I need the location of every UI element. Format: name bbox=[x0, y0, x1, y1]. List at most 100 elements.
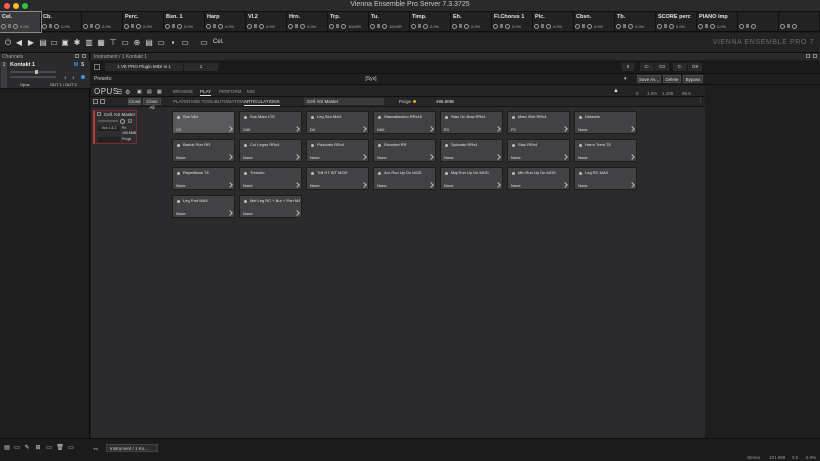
articulation-tile[interactable]: Maj Run Up Dn MOD None bbox=[440, 167, 503, 190]
midi-select[interactable] bbox=[98, 137, 120, 142]
lock-icon[interactable] bbox=[90, 24, 93, 28]
articulation-tile[interactable]: Sus Marc LTE C#0 bbox=[239, 111, 302, 134]
power-icon[interactable] bbox=[657, 23, 662, 29]
edit-icon[interactable] bbox=[227, 210, 233, 216]
mixer-strip[interactable]: Perc. 0.0% bbox=[123, 12, 164, 32]
edit-icon[interactable] bbox=[495, 182, 501, 188]
detach-icon[interactable] bbox=[806, 54, 810, 58]
edit-icon[interactable] bbox=[495, 154, 501, 160]
edit-icon[interactable] bbox=[294, 154, 300, 160]
view-icon[interactable]: ▣ bbox=[137, 89, 142, 95]
articulation-tile[interactable]: Mel Leg RC + Bur + Port MAX None bbox=[239, 195, 302, 218]
mixer-strip-name[interactable]: Eh. bbox=[453, 14, 490, 20]
mixer-strip[interactable]: Timp. 0.0% bbox=[410, 12, 451, 32]
instrument-purge[interactable]: Purge bbox=[122, 137, 131, 141]
articulation-tile[interactable]: Col Legno RRx4 None bbox=[239, 139, 302, 162]
power-icon[interactable] bbox=[575, 23, 580, 29]
lock-icon[interactable] bbox=[8, 24, 11, 28]
mixer-strip[interactable] bbox=[738, 12, 779, 32]
power-icon[interactable] bbox=[288, 23, 293, 29]
articulation-tile[interactable]: Detache None bbox=[574, 111, 637, 134]
mixer-strip-name[interactable]: SCORE perc bbox=[658, 14, 695, 20]
power-icon[interactable] bbox=[165, 23, 170, 29]
new-icon[interactable]: ⊞ bbox=[34, 444, 42, 452]
edit-icon[interactable] bbox=[227, 126, 233, 132]
subtab-automation[interactable]: AUTOMATION bbox=[215, 99, 245, 104]
lock-icon[interactable] bbox=[623, 24, 626, 28]
mixer-strip[interactable]: Pic. 0.0% bbox=[533, 12, 574, 32]
mixer-strip-name[interactable]: Cel. bbox=[2, 14, 39, 20]
grid-icon[interactable]: ▤ bbox=[145, 39, 153, 47]
volume-knob[interactable] bbox=[54, 23, 59, 29]
mixer-strip[interactable]: Vl.2 0.0% bbox=[246, 12, 287, 32]
power-icon[interactable] bbox=[370, 23, 375, 29]
lock-icon[interactable] bbox=[746, 24, 749, 28]
save-as-button[interactable]: Save As... bbox=[637, 75, 661, 83]
mute-toggle[interactable] bbox=[128, 119, 132, 123]
mixer-strip-name[interactable]: Trp. bbox=[330, 14, 367, 20]
subtab-articulations[interactable]: ARTICULATIONS bbox=[244, 99, 280, 106]
settings-icon[interactable]: ⚙ bbox=[125, 89, 130, 96]
subtab-player[interactable]: PLAYER bbox=[173, 99, 190, 104]
articulation-tile[interactable]: Pizzicato RRx4 None bbox=[306, 139, 369, 162]
power-icon[interactable] bbox=[411, 23, 416, 29]
articulation-tile[interactable]: Staccatissimo RRx16 D#0 bbox=[373, 111, 436, 134]
lock-icon[interactable] bbox=[172, 24, 175, 28]
range-low-note[interactable]: C0 bbox=[655, 63, 669, 71]
power-icon[interactable]: ⏻ bbox=[4, 39, 12, 47]
power-icon[interactable] bbox=[452, 23, 457, 29]
transpose-field[interactable]: 0 bbox=[622, 63, 634, 71]
mixer-strip[interactable]: Tu. 100/0R bbox=[369, 12, 410, 32]
power-icon[interactable] bbox=[247, 23, 252, 29]
power-icon[interactable] bbox=[493, 23, 498, 29]
channel-input[interactable]: Opus bbox=[20, 82, 30, 87]
power-icon[interactable] bbox=[698, 23, 703, 29]
articulation-tile[interactable]: Bartok Pizz RR None bbox=[172, 139, 235, 162]
mixer-strip-name[interactable]: Cb. bbox=[43, 14, 80, 20]
edit-icon[interactable] bbox=[629, 126, 635, 132]
volume-handle[interactable] bbox=[35, 70, 38, 74]
select-icon[interactable] bbox=[93, 99, 98, 104]
lock-icon[interactable] bbox=[500, 24, 503, 28]
folder-icon[interactable]: ▭ bbox=[45, 444, 53, 452]
mixer-strip-name[interactable]: Timp. bbox=[412, 14, 449, 20]
pan-knob[interactable] bbox=[120, 119, 125, 124]
volume-knob[interactable] bbox=[464, 23, 469, 29]
volume-knob[interactable] bbox=[751, 23, 756, 29]
mixer-strip[interactable]: Harp 0.0% bbox=[205, 12, 246, 32]
edit-icon[interactable] bbox=[428, 154, 434, 160]
volume-knob[interactable] bbox=[587, 23, 592, 29]
tab-mix[interactable]: MIX bbox=[247, 89, 255, 94]
lock-icon[interactable] bbox=[377, 24, 380, 28]
close-icon[interactable] bbox=[813, 54, 817, 58]
edit-icon[interactable] bbox=[294, 210, 300, 216]
instrument-panel[interactable]: Cell. KS Master Vox 1 & 2 Pn 495.8MB Pur… bbox=[93, 110, 137, 144]
mixer-strip[interactable]: PIANO imp 0.0% bbox=[697, 12, 738, 32]
articulation-tile[interactable]: Spiccato RRx4 None bbox=[440, 139, 503, 162]
close-icon[interactable] bbox=[82, 54, 86, 58]
range-high-field[interactable]: C- bbox=[673, 63, 687, 71]
more-icon[interactable]: ⋮ bbox=[698, 98, 703, 104]
link-icon[interactable]: ▭ bbox=[67, 444, 75, 452]
edit-icon[interactable] bbox=[428, 126, 434, 132]
mute-button[interactable]: M bbox=[74, 62, 78, 68]
window-icon[interactable]: ▭ bbox=[181, 39, 189, 47]
channel-output[interactable]: OUT 1 / OUT 2 bbox=[50, 82, 77, 87]
edit-icon[interactable]: ✎ bbox=[23, 444, 31, 452]
tab-play[interactable]: PLAY bbox=[200, 89, 212, 96]
edit-icon[interactable] bbox=[495, 126, 501, 132]
volume-knob[interactable] bbox=[341, 23, 346, 29]
channel-row[interactable]: 1 Kontakt 1 M S 1 1 Opus OUT 1 / OUT 2 bbox=[0, 61, 90, 89]
power-icon[interactable] bbox=[739, 23, 744, 29]
edit-icon[interactable] bbox=[562, 154, 568, 160]
monitor-icon[interactable]: ▭ bbox=[157, 39, 165, 47]
target-icon[interactable]: ⊕ bbox=[133, 39, 141, 47]
lock-icon[interactable] bbox=[459, 24, 462, 28]
mixer-strip-name[interactable]: Cbsn. bbox=[576, 14, 613, 20]
articulation-tile[interactable]: Stac On Bow RRx4 E0 bbox=[440, 111, 503, 134]
range-high-note[interactable]: G9 bbox=[688, 63, 702, 71]
power-icon[interactable] bbox=[206, 23, 211, 29]
channel-name[interactable]: Kontakt 1 bbox=[10, 62, 35, 68]
power-icon[interactable] bbox=[83, 23, 88, 29]
scroll-left-icon[interactable]: ◂◂ bbox=[93, 446, 98, 452]
